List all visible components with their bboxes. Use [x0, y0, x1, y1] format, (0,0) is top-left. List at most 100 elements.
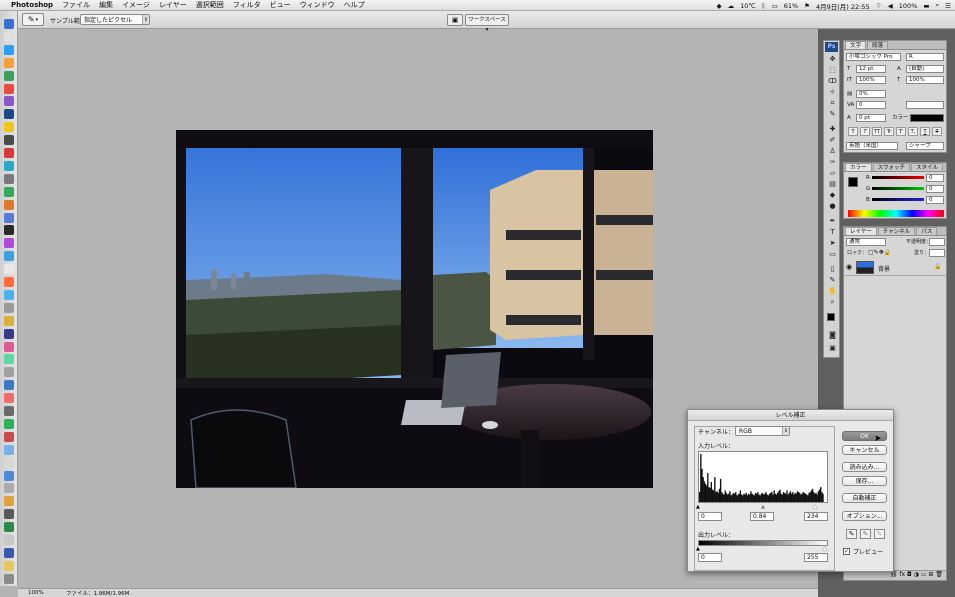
hand-tool-icon[interactable]: ✋	[827, 287, 838, 296]
volume-icon[interactable]: ◀	[888, 2, 893, 10]
dropbox-icon[interactable]: ◆	[717, 2, 722, 10]
dock-app-icon[interactable]	[4, 238, 14, 249]
dock-app-icon[interactable]	[4, 225, 14, 236]
input-slider-track[interactable]: ▲ ▲ ▲	[696, 504, 828, 510]
lasso-tool-icon[interactable]: ↀ	[827, 77, 838, 86]
output-slider-track[interactable]: ▲ ▲	[696, 546, 828, 552]
text-color-swatch[interactable]	[910, 114, 944, 122]
levels-dialog-titlebar[interactable]: レベル補正	[688, 410, 893, 421]
input-black-slider[interactable]: ▲	[696, 504, 700, 510]
dock-app-icon[interactable]	[4, 483, 14, 494]
dock-app-icon[interactable]	[4, 380, 14, 391]
notes-tool-icon[interactable]: ▯	[827, 265, 838, 274]
dock-app-icon[interactable]	[4, 264, 14, 275]
dock-app-icon[interactable]	[4, 212, 14, 223]
dock-app-icon[interactable]	[4, 19, 14, 29]
visibility-eye-icon[interactable]: ◉	[846, 263, 852, 271]
dock-app-icon[interactable]	[4, 109, 14, 120]
tab-paragraph[interactable]: 段落	[867, 41, 889, 49]
zoom-level[interactable]: 100%	[28, 590, 58, 596]
menu-help[interactable]: ヘルプ	[344, 0, 365, 10]
dock-app-icon[interactable]	[4, 315, 14, 326]
color-spectrum-bar[interactable]	[848, 210, 944, 217]
dock-app-icon[interactable]	[4, 277, 14, 287]
menu-window[interactable]: ウィンドウ	[300, 0, 335, 10]
history-brush-tool-icon[interactable]: ✑	[827, 158, 838, 167]
dock-app-icon[interactable]	[4, 573, 14, 584]
input-black-field[interactable]: 0	[698, 512, 722, 521]
lock-icons[interactable]: ▢✎✥🔒	[868, 249, 891, 257]
tab-layers[interactable]: レイヤー	[845, 227, 877, 235]
dock-app-icon[interactable]	[4, 418, 14, 429]
tab-swatches[interactable]: スウォッチ	[872, 163, 911, 171]
brush-tool-icon[interactable]: ✐	[827, 136, 838, 145]
dock-app-icon[interactable]	[4, 547, 14, 558]
dock-app-icon[interactable]	[4, 186, 14, 197]
dock-app-icon[interactable]	[4, 173, 14, 184]
menu-edit[interactable]: 編集	[99, 0, 113, 10]
weather-icon[interactable]: ☁	[728, 2, 735, 10]
auto-button[interactable]: 自動補正	[842, 493, 887, 503]
input-white-field[interactable]: 234	[804, 512, 828, 521]
faux-bold-button[interactable]: T	[848, 127, 858, 136]
screen-mode-icon[interactable]: ▣	[827, 344, 838, 353]
options-button[interactable]: オプション...	[842, 511, 887, 521]
dock-app-icon[interactable]	[4, 496, 14, 507]
battery-icon[interactable]: ▭	[772, 2, 778, 10]
flag-icon[interactable]: ⚑	[804, 2, 810, 10]
workspace-button[interactable]: ワークスペース ▾	[465, 14, 509, 33]
dock-app-icon[interactable]	[4, 328, 14, 339]
language-select[interactable]: 英語（米国）	[846, 142, 898, 150]
dock-app-icon[interactable]	[4, 406, 14, 416]
type-tool-icon[interactable]: T	[827, 228, 838, 237]
tab-paths[interactable]: パス	[916, 227, 938, 235]
stamp-tool-icon[interactable]: ♙	[827, 147, 838, 156]
dock-app-icon[interactable]	[4, 199, 14, 210]
dock-app-icon[interactable]	[4, 302, 14, 313]
output-black-field[interactable]: 0	[698, 553, 722, 562]
red-slider[interactable]	[872, 176, 924, 179]
output-white-field[interactable]: 255	[804, 553, 828, 562]
dodge-tool-icon[interactable]: ●	[827, 202, 838, 211]
input-gamma-field[interactable]: 0.84	[750, 512, 774, 521]
kerning-field[interactable]: 0	[856, 101, 886, 109]
cancel-button[interactable]: キャンセル	[842, 445, 887, 455]
menu-view[interactable]: ビュー	[270, 0, 291, 10]
dock-app-icon[interactable]	[4, 289, 14, 300]
tsume-field[interactable]: 0%	[856, 90, 886, 98]
blue-slider[interactable]	[872, 198, 924, 201]
horizontal-scale-field[interactable]: 100%	[906, 76, 944, 84]
dock-app-icon[interactable]	[4, 251, 14, 262]
dock-app-icon[interactable]	[4, 367, 14, 378]
menu-filter[interactable]: フィルタ	[233, 0, 261, 10]
save-button[interactable]: 保存...	[842, 476, 887, 486]
dock-app-icon[interactable]	[4, 393, 14, 404]
font-size-field[interactable]: 12 pt	[856, 65, 886, 73]
black-eyedropper-icon[interactable]: ✎	[846, 529, 857, 539]
tab-color[interactable]: カラー	[845, 163, 872, 171]
baseline-field[interactable]: 0 pt	[856, 114, 886, 122]
opacity-field[interactable]	[929, 238, 945, 246]
app-menu[interactable]: Photoshop	[11, 1, 53, 9]
dock-app-icon[interactable]	[4, 96, 14, 107]
pen-tool-icon[interactable]: ✒	[827, 217, 838, 226]
output-white-slider[interactable]: ▲	[823, 546, 827, 552]
notification-icon[interactable]: ☰	[945, 2, 951, 10]
blur-tool-icon[interactable]: ◆	[827, 191, 838, 200]
dock-app-icon[interactable]	[4, 31, 14, 42]
channel-select[interactable]: RGB ⇕	[735, 426, 790, 436]
dock-app-icon[interactable]	[4, 431, 14, 442]
faux-italic-button[interactable]: T	[860, 127, 870, 136]
superscript-button[interactable]: T'	[896, 127, 906, 136]
document-canvas[interactable]	[176, 130, 653, 488]
eraser-tool-icon[interactable]: ▱	[827, 169, 838, 178]
dock-app-icon[interactable]	[4, 509, 14, 520]
dock-app-icon[interactable]	[4, 535, 14, 545]
dock-app-icon[interactable]	[4, 457, 14, 468]
gradient-tool-icon[interactable]: ▤	[827, 180, 838, 189]
wifi-icon[interactable]: ⌔	[876, 1, 882, 10]
menu-select[interactable]: 選択範囲	[196, 0, 224, 10]
tool-preset-picker[interactable]: ✎ ▾	[22, 13, 44, 26]
sample-size-select[interactable]: 指定したピクセル ⇕	[80, 14, 150, 25]
dock-app-icon[interactable]	[4, 44, 14, 55]
